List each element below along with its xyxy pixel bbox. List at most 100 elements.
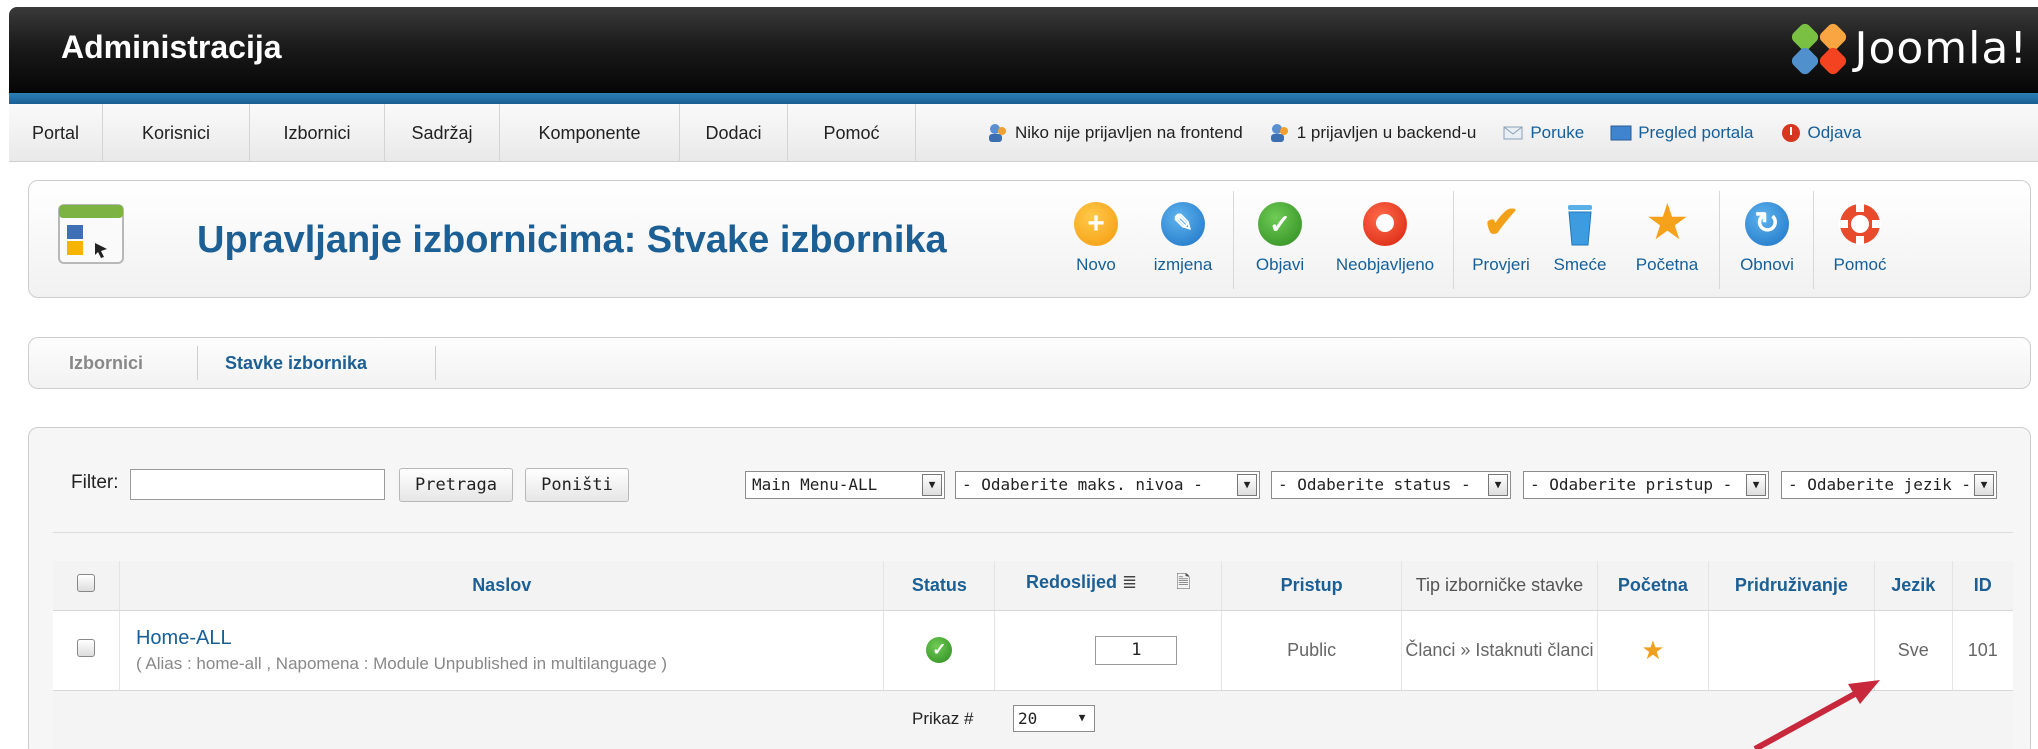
checkin-button[interactable]: ✔ Provjeri [1465,201,1537,275]
table-row: Home-ALL ( Alias : home-all , Napomena :… [53,610,2013,691]
header-accent-strip [9,93,2038,104]
publish-button[interactable]: ✓ Objavi [1245,201,1315,275]
status-select[interactable]: - Odaberite status - ▼ [1271,471,1511,499]
page-title: Upravljanje izbornicima: Stvake izbornik… [197,219,947,261]
trash-label: Smeće [1553,255,1607,274]
reset-button[interactable]: Poništi [525,468,629,502]
menu-select-value: Main Menu-ALL [752,475,878,494]
save-order-icon[interactable]: 🗎 [1176,572,1190,592]
published-check-icon[interactable]: ✓ [926,637,953,663]
access-select-value: - Odaberite pristup - [1530,475,1733,494]
power-icon [1781,124,1800,142]
menu-items-panel: Filter: Pretraga Poništi Main Menu-ALL ▼ … [28,427,2031,749]
toolbar-divider [1719,191,1720,289]
checkmark-icon: ✔ [1483,198,1520,247]
edit-button[interactable]: ✎ izmjena [1141,201,1225,275]
stop-circle-icon [1361,201,1409,247]
unpublish-button[interactable]: Neobjavljeno [1325,201,1445,275]
row-checkbox[interactable] [76,638,95,657]
language-select[interactable]: - Odaberite jezik - ▼ [1781,471,1997,499]
tab-izbornici[interactable]: Izbornici [69,338,143,388]
check-circle-icon: ✓ [1256,201,1304,247]
backend-status-text: 1 prijavljen u backend-u [1296,123,1477,142]
col-order[interactable]: Redoslijed ≣ 🗎 [994,561,1222,611]
row-order-cell: 1 [994,610,1222,691]
chevron-down-icon: ▼ [1746,474,1766,496]
filter-divider [53,532,2013,533]
monitor-icon [1610,125,1632,141]
toolbar-divider [1453,191,1454,289]
pencil-icon: ✎ [1159,201,1207,247]
col-home[interactable]: Početna [1596,561,1709,611]
menu-komponente[interactable]: Komponente [500,104,680,162]
menu-sadrzaj[interactable]: Sadržaj [385,104,500,162]
messages-link[interactable]: Poruke [1502,123,1584,143]
filter-search-input[interactable] [130,469,385,500]
logout-label: Odjava [1807,123,1862,142]
messages-label: Poruke [1530,123,1585,142]
row-language-cell: Sve [1873,610,1952,691]
plus-icon: + [1072,201,1120,247]
select-all-checkbox[interactable] [76,573,95,592]
tab-divider [197,346,198,380]
frontend-users-status: Niko nije prijavljen na frontend [987,123,1243,143]
list-limit-value: 20 [1018,709,1038,728]
col-status[interactable]: Status [883,561,995,611]
help-button[interactable]: Pomoć [1823,201,1897,275]
col-language[interactable]: Jezik [1873,561,1952,611]
max-level-select-value: - Odaberite maks. nivoa - [962,475,1203,494]
menu-dodaci[interactable]: Dodaci [680,104,788,162]
col-title[interactable]: Naslov [118,561,884,611]
filter-label: Filter: [71,472,119,493]
tab-stavke-izbornika[interactable]: Stavke izbornika [225,338,367,388]
col-association: Pridruživanje [1707,561,1875,611]
search-button[interactable]: Pretraga [399,468,513,502]
col-access[interactable]: Pristup [1221,561,1402,611]
item-alias-note: ( Alias : home-all , Napomena : Module U… [135,653,668,673]
admin-header: Administracija Joomla! [9,7,2038,95]
menu-korisnici[interactable]: Korisnici [103,104,250,162]
logout-link[interactable]: Odjava [1780,123,1862,143]
main-menubar: Portal Korisnici Izbornici Sadržaj Kompo… [9,104,2038,162]
col-type: Tip izborničke stavke [1400,561,1598,611]
joomla-logo-icon [1789,20,1850,77]
refresh-icon: ↻ [1743,201,1791,247]
list-limit-select[interactable]: 20 ▼ [1013,705,1095,732]
max-level-select[interactable]: - Odaberite maks. nivoa - ▼ [955,471,1260,499]
help-label: Pomoć [1833,255,1887,274]
menu-pomoc[interactable]: Pomoć [788,104,916,162]
default-home-star-icon[interactable]: ★ [1641,635,1664,665]
backend-users-status: 1 prijavljen u backend-u [1269,123,1477,143]
home-default-button[interactable]: ★ Početna [1625,194,1709,275]
chevron-down-icon: ▼ [1237,474,1257,496]
row-association-cell [1707,610,1875,691]
frontend-status-text: Niko nije prijavljen na frontend [1015,123,1243,142]
publish-label: Objavi [1255,255,1305,274]
tab-divider [435,346,436,380]
submenu-tabs: Izbornici Stavke izbornika [28,337,2031,389]
refresh-button[interactable]: ↻ Obnovi [1729,201,1805,275]
item-title-link[interactable]: Home-ALL [136,627,883,650]
envelope-icon [1503,126,1523,140]
col-order-label: Redoslijed [1025,572,1118,593]
header-title: Administracija [61,29,282,65]
preview-site-link[interactable]: Pregled portala [1610,123,1754,143]
row-access-cell: Public [1221,610,1402,691]
chevron-down-icon: ▼ [1974,474,1994,496]
toolbar-panel: Upravljanje izbornicima: Stvake izbornik… [28,180,2031,298]
order-input[interactable]: 1 [1095,635,1178,665]
trash-icon [1556,201,1604,247]
joomla-logo: Joomla! [1789,20,2028,77]
pagination-footer: Prikaz # 20 ▼ [53,691,2013,749]
star-icon: ★ [1645,194,1690,250]
row-home-cell: ★ [1596,610,1709,691]
menu-portal[interactable]: Portal [9,104,103,162]
menu-select[interactable]: Main Menu-ALL ▼ [745,471,945,499]
col-id[interactable]: ID [1951,561,2013,611]
status-select-value: - Odaberite status - [1278,475,1471,494]
chevron-down-icon: ▼ [922,474,942,496]
menu-izbornici[interactable]: Izbornici [250,104,385,162]
trash-button[interactable]: Smeće [1545,201,1615,275]
new-button[interactable]: + Novo [1061,201,1131,275]
access-select[interactable]: - Odaberite pristup - ▼ [1523,471,1769,499]
